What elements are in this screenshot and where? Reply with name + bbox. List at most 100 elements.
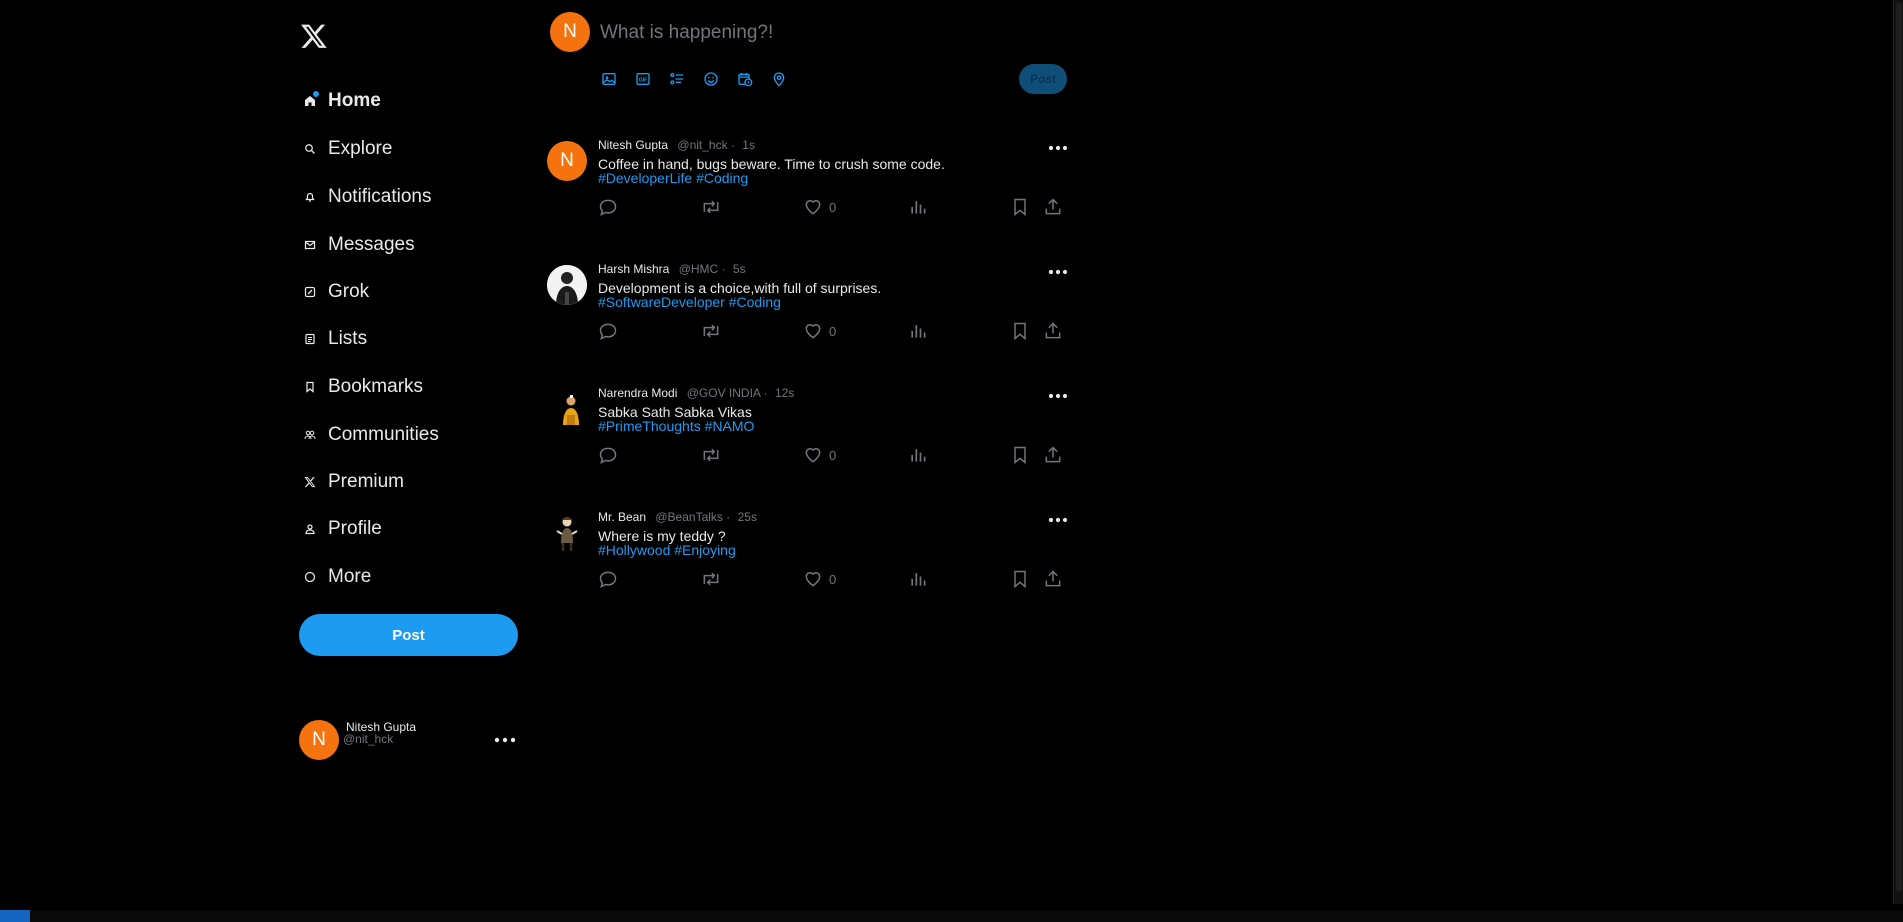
poll-icon[interactable] — [666, 68, 688, 90]
avatar[interactable]: N — [547, 141, 587, 181]
tweet-timestamp[interactable]: 1s — [742, 138, 755, 152]
nav-messages[interactable]: Messages — [298, 228, 415, 262]
repost-icon[interactable] — [700, 196, 722, 218]
location-icon[interactable] — [768, 68, 790, 90]
tweet-author-handle[interactable]: @BeanTalks — [655, 510, 723, 524]
like-button[interactable]: 0 — [803, 196, 836, 218]
tweet[interactable]: N Nitesh Gupta @nit_hck · 1s Coffee in h… — [545, 136, 1070, 256]
tweet-author-name[interactable]: Harsh Mishra — [598, 262, 669, 276]
compose-input[interactable] — [598, 18, 1042, 48]
bookmark-icon — [298, 375, 322, 399]
notification-dot — [313, 91, 319, 97]
like-button[interactable]: 0 — [803, 568, 836, 590]
bell-icon — [298, 185, 322, 209]
tweet-timestamp[interactable]: 12s — [775, 386, 794, 400]
like-button[interactable]: 0 — [803, 320, 836, 342]
hashtag-link[interactable]: #Hollywood — [598, 542, 670, 558]
tweet-author-name[interactable]: Nitesh Gupta — [598, 138, 668, 152]
compose-box: N GIF — [545, 0, 1070, 110]
emoji-icon[interactable] — [700, 68, 722, 90]
nav-explore[interactable]: Explore — [298, 132, 392, 166]
bookmark-icon[interactable] — [1010, 320, 1030, 342]
more-dots-icon[interactable] — [1048, 387, 1070, 399]
bookmark-icon[interactable] — [1010, 444, 1030, 466]
tweet-actions: 0 — [598, 196, 1070, 218]
grok-icon — [298, 280, 322, 304]
like-button[interactable]: 0 — [803, 444, 836, 466]
nav-grok[interactable]: Grok — [298, 275, 369, 309]
hashtag-link[interactable]: #Coding — [729, 294, 781, 310]
avatar[interactable] — [547, 513, 587, 553]
tweet-header: Narendra Modi @GOV INDIA · 12s — [598, 386, 794, 400]
bookmark-icon[interactable] — [1010, 196, 1030, 218]
like-count: 0 — [829, 447, 837, 463]
hashtag-link[interactable]: #SoftwareDeveloper — [598, 294, 725, 310]
tweet-separator: · — [721, 262, 726, 276]
tweet[interactable]: Harsh Mishra @HMC · 5s Development is a … — [545, 260, 1070, 380]
tweet-author-handle[interactable]: @HMC — [679, 262, 719, 276]
reply-icon[interactable] — [598, 568, 618, 590]
tweet[interactable]: Narendra Modi @GOV INDIA · 12s Sabka Sat… — [545, 384, 1070, 504]
more-dots-icon[interactable] — [1048, 139, 1070, 151]
hashtag-link[interactable]: #PrimeThoughts — [598, 418, 701, 434]
schedule-icon[interactable] — [734, 68, 756, 90]
nav-more[interactable]: More — [298, 560, 371, 594]
avatar[interactable] — [547, 389, 587, 429]
share-icon[interactable] — [1043, 444, 1063, 466]
more-dots-icon[interactable] — [1048, 263, 1070, 275]
nav-notifications[interactable]: Notifications — [298, 180, 432, 214]
repost-icon[interactable] — [700, 320, 722, 342]
more-dots-icon[interactable] — [1048, 511, 1070, 523]
hashtag-link[interactable]: #DeveloperLife — [598, 170, 692, 186]
avatar[interactable] — [547, 265, 587, 305]
tweet-author-handle[interactable]: @GOV INDIA — [687, 386, 761, 400]
repost-icon[interactable] — [700, 568, 722, 590]
nav-communities[interactable]: Communities — [298, 418, 439, 452]
hashtag-link[interactable]: #NAMO — [705, 418, 755, 434]
nav-home[interactable]: Home — [298, 84, 381, 118]
status-bar — [0, 910, 1903, 922]
share-icon[interactable] — [1043, 568, 1063, 590]
gif-icon[interactable]: GIF — [632, 68, 654, 90]
reply-icon[interactable] — [598, 196, 618, 218]
analytics-icon[interactable] — [908, 196, 928, 218]
like-count: 0 — [829, 571, 837, 587]
post-button[interactable]: Post — [299, 614, 518, 656]
tweet-separator: · — [730, 138, 735, 152]
analytics-icon[interactable] — [908, 568, 928, 590]
reply-icon[interactable] — [598, 444, 618, 466]
vertical-scrollbar[interactable] — [1893, 0, 1903, 904]
nav-premium[interactable]: Premium — [298, 465, 404, 499]
more-dots-icon[interactable] — [494, 731, 518, 743]
image-icon[interactable] — [598, 68, 620, 90]
reply-icon[interactable] — [598, 320, 618, 342]
tweet[interactable]: Mr. Bean @BeanTalks · 25s Where is my te… — [545, 508, 1070, 628]
nav-bookmarks[interactable]: Bookmarks — [298, 370, 423, 404]
x-logo-icon[interactable] — [300, 22, 330, 52]
hashtag-link[interactable]: #Coding — [696, 170, 748, 186]
repost-icon[interactable] — [700, 444, 722, 466]
communities-icon — [298, 423, 322, 447]
hashtag-link[interactable]: #Enjoying — [674, 542, 736, 558]
share-icon[interactable] — [1043, 320, 1063, 342]
compose-post-button[interactable]: Post — [1019, 64, 1067, 94]
account-handle: @nit_hck — [343, 732, 394, 746]
tweet-author-handle[interactable]: @nit_hck — [677, 138, 727, 152]
nav-profile[interactable]: Profile — [298, 512, 382, 546]
tweet-header: Mr. Bean @BeanTalks · 25s — [598, 510, 757, 524]
nav-label: Explore — [328, 138, 393, 159]
tweet-author-name[interactable]: Mr. Bean — [598, 510, 646, 524]
scrollbar-thumb[interactable] — [1896, 2, 1902, 892]
share-icon[interactable] — [1043, 196, 1063, 218]
bookmark-icon[interactable] — [1010, 568, 1030, 590]
page: Home Explore Notifications Messages Grok — [0, 0, 1903, 922]
tweet-timestamp[interactable]: 5s — [733, 262, 746, 276]
tweet-timestamp[interactable]: 25s — [738, 510, 757, 524]
tweet-header: Harsh Mishra @HMC · 5s — [598, 262, 746, 276]
nav-label: Notifications — [328, 186, 432, 207]
analytics-icon[interactable] — [908, 320, 928, 342]
tweet-author-name[interactable]: Narendra Modi — [598, 386, 677, 400]
nav-lists[interactable]: Lists — [298, 322, 367, 356]
analytics-icon[interactable] — [908, 444, 928, 466]
account-switcher[interactable]: N Nitesh Gupta @nit_hck — [298, 718, 520, 762]
